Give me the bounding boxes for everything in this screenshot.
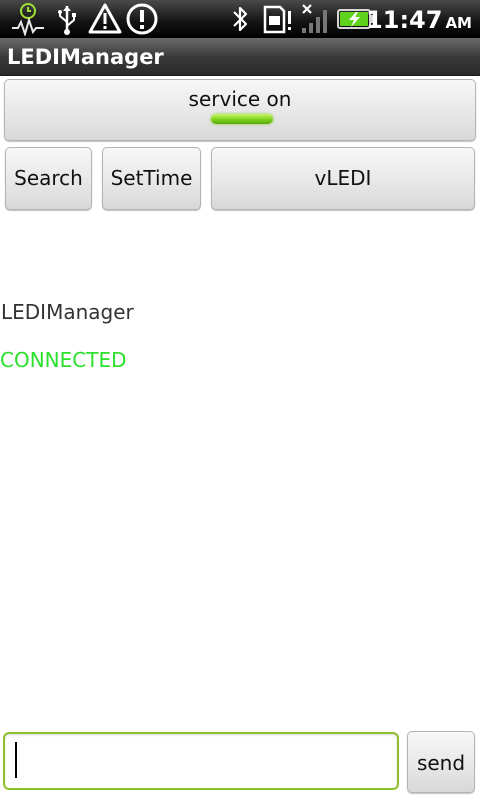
service-toggle-label: service on <box>188 87 292 111</box>
sim-card-icon <box>262 2 294 36</box>
clock-ampm: AM <box>445 14 472 32</box>
search-button[interactable]: Search <box>5 147 92 210</box>
status-bar: 11:47 AM <box>0 0 480 38</box>
title-bar: LEDIManager <box>0 38 480 76</box>
vledi-button-label: vLEDI <box>314 166 372 190</box>
sync-gauge-icon <box>8 2 48 36</box>
device-name-label: LEDIManager <box>1 300 134 324</box>
bluetooth-icon <box>229 2 251 36</box>
service-status-indicator <box>211 114 273 124</box>
clock: 11:47 AM <box>366 0 472 38</box>
app-title: LEDIManager <box>7 45 164 69</box>
clock-time: 11:47 <box>366 6 443 34</box>
text-cursor <box>15 742 17 778</box>
settime-button-label: SetTime <box>110 166 193 190</box>
connection-status-label: CONNECTED <box>0 348 127 372</box>
send-button-label: send <box>416 751 466 775</box>
settime-button[interactable]: SetTime <box>102 147 201 210</box>
search-button-label: Search <box>14 166 83 190</box>
send-button[interactable]: send <box>407 731 475 793</box>
no-signal-icon <box>300 2 330 36</box>
vledi-button[interactable]: vLEDI <box>211 147 475 210</box>
alert-circle-icon <box>125 2 159 36</box>
message-input[interactable] <box>3 732 399 790</box>
service-toggle-button[interactable]: service on <box>4 79 476 141</box>
usb-icon <box>54 2 80 36</box>
warning-icon <box>88 2 122 36</box>
